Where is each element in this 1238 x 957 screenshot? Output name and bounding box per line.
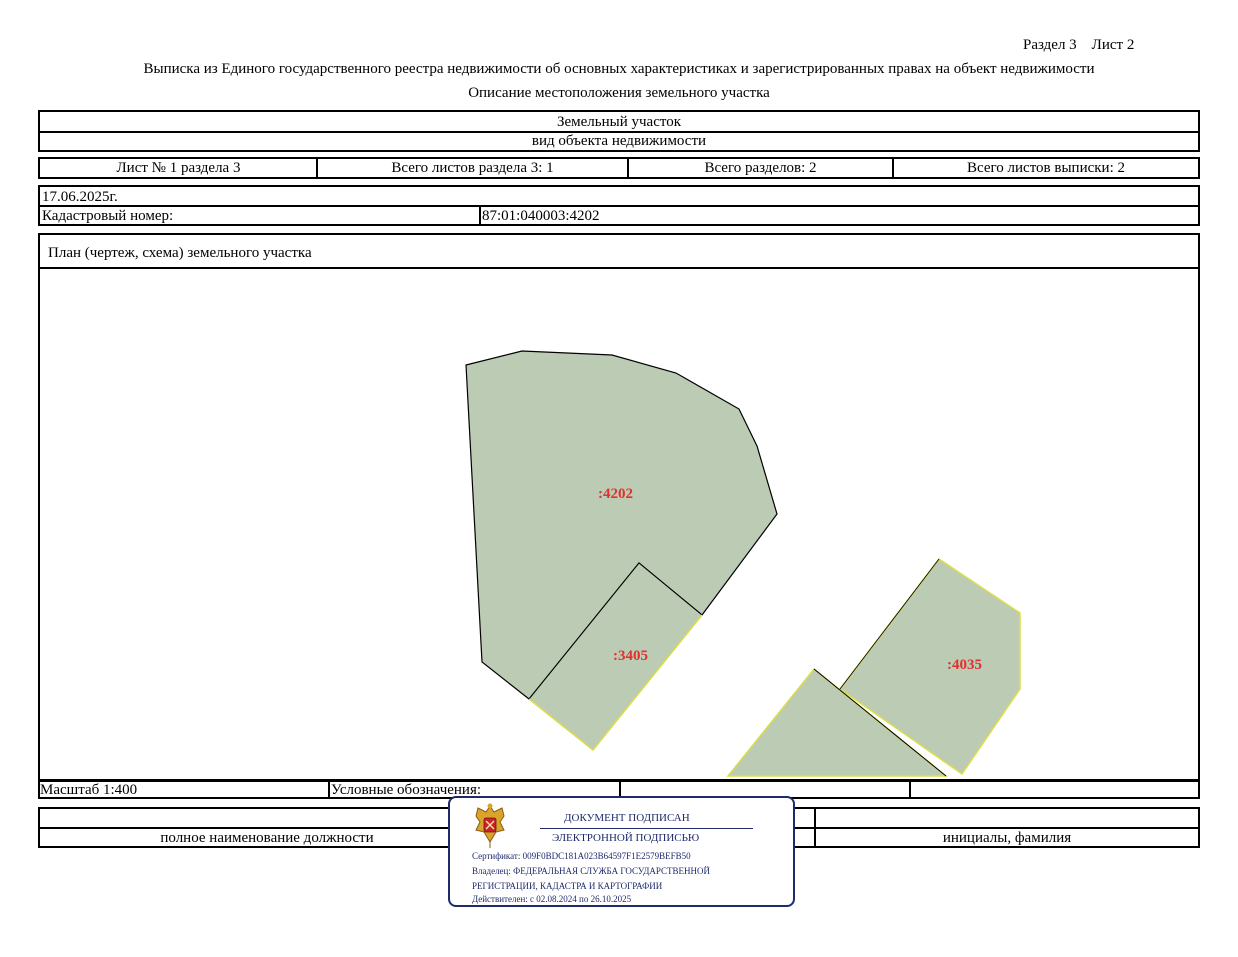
stamp-certificate: Сертификат: 009F0BDC181A023B64597F1E2579…	[472, 851, 691, 861]
object-type-value: Земельный участок	[556, 113, 682, 130]
parcel-3405-label: :3405	[613, 648, 648, 664]
section-sheet-indicator: Раздел 3 Лист 2	[1023, 37, 1135, 53]
total-sheets-extract: Всего листов выписки: 2	[967, 159, 1125, 176]
stamp-owner-line-2: РЕГИСТРАЦИИ, КАДАСТРА И КАРТОГРАФИИ	[472, 881, 663, 891]
stamp-owner-line-1: Владелец: ФЕДЕРАЛЬНАЯ СЛУЖБА ГОСУДАРСТВЕ…	[472, 866, 711, 876]
stamp-line-2: ЭЛЕКТРОННОЙ ПОДПИСЬЮ	[552, 832, 700, 844]
sheet-number: Лист № 1 раздела 3	[116, 159, 241, 176]
plan-title: План (чертеж, схема) земельного участка	[48, 245, 312, 261]
stamp-validity: Действителен: с 02.08.2024 по 26.10.2025	[472, 894, 632, 904]
parcel-plan-drawing	[465, 350, 1021, 777]
scale-label: Масштаб 1:400	[40, 782, 138, 798]
object-type-caption: вид объекта недвижимости	[531, 132, 707, 149]
parcel-4202-label: :4202	[598, 486, 633, 502]
electronic-signature-stamp: ДОКУМЕНТ ПОДПИСАН ЭЛЕКТРОННОЙ ПОДПИСЬЮ С…	[448, 796, 795, 907]
object-type-block: Земельный участок вид объекта недвижимос…	[38, 110, 1200, 152]
coat-of-arms-icon	[475, 803, 505, 848]
total-sections: Всего разделов: 2	[704, 159, 817, 176]
plan-frame: План (чертеж, схема) земельного участка …	[38, 233, 1200, 799]
document-title: Выписка из Единого государственного реес…	[143, 61, 1095, 77]
sheets-info-row: Лист № 1 раздела 3 Всего листов раздела …	[38, 157, 1200, 179]
date-cadastral-block: 17.06.2025г. Кадастровый номер: 87:01:04…	[38, 185, 1200, 226]
position-caption: полное наименование должности	[160, 830, 374, 846]
cadastral-number: 87:01:040003:4202	[482, 208, 600, 224]
parcel-4035-label: :4035	[947, 657, 982, 673]
cadastral-label: Кадастровый номер:	[42, 208, 174, 224]
total-sheets-section: Всего листов раздела 3: 1	[391, 159, 554, 176]
document-subtitle: Описание местоположения земельного участ…	[468, 85, 770, 101]
stamp-line-1: ДОКУМЕНТ ПОДПИСАН	[564, 812, 690, 824]
extract-date: 17.06.2025г.	[42, 189, 118, 205]
name-caption: инициалы, фамилия	[942, 830, 1072, 846]
